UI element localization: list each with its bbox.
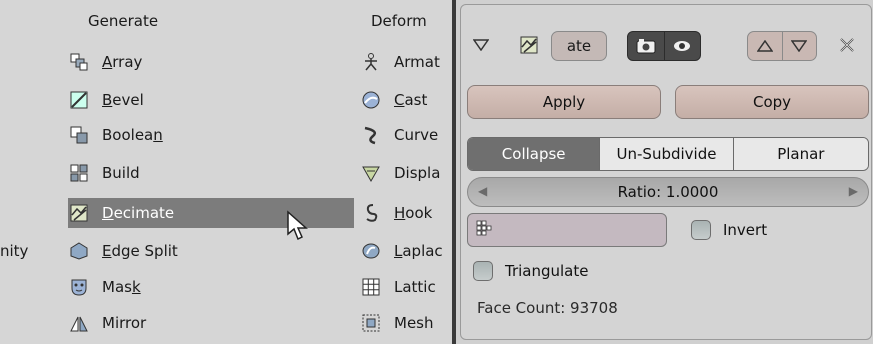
mesh-deform-icon xyxy=(360,312,382,334)
mirror-icon xyxy=(68,312,90,334)
label-underline: C xyxy=(394,91,405,109)
label-pre: Curve xyxy=(394,126,439,144)
label-post: dge Split xyxy=(111,242,178,260)
label-pre: Lattic xyxy=(394,278,436,296)
menu-item-displace[interactable]: Displa xyxy=(360,158,452,188)
cut-off-menu-item-label[interactable]: nity xyxy=(0,242,28,260)
label-underline: D xyxy=(102,204,114,222)
decimate-icon xyxy=(68,202,90,224)
vertex-group-icon xyxy=(476,220,492,240)
menu-item-armature[interactable]: Armat xyxy=(360,47,452,77)
label-post: ecimate xyxy=(113,204,175,222)
copy-button[interactable]: Copy xyxy=(675,85,869,119)
menu-item-build[interactable]: Build xyxy=(68,158,354,188)
deform-column-header: Deform xyxy=(371,12,427,30)
ratio-value: Ratio: 1.0000 xyxy=(617,183,719,201)
menu-item-decimate[interactable]: Decimate xyxy=(68,198,354,228)
menu-item-array[interactable]: Array xyxy=(68,47,354,77)
remove-modifier-close-icon[interactable] xyxy=(835,33,859,57)
menu-item-curve[interactable]: Curve xyxy=(360,120,452,150)
label-underline: H xyxy=(394,204,406,222)
label-pre: Displa xyxy=(394,164,441,182)
menu-item-laplacian[interactable]: Laplac xyxy=(360,236,452,266)
menu-item-cast[interactable]: Cast xyxy=(360,85,452,115)
mask-icon xyxy=(68,276,90,298)
viewport-toggle-eye-icon[interactable] xyxy=(663,32,701,60)
menu-item-mask[interactable]: Mask xyxy=(68,272,354,302)
invert-checkbox-box[interactable] xyxy=(691,220,711,240)
ratio-slider[interactable]: ◀ Ratio: 1.0000 ▶ xyxy=(467,177,869,207)
triangulate-checkbox[interactable]: Triangulate xyxy=(473,261,589,281)
displace-icon xyxy=(360,162,382,184)
triangulate-label: Triangulate xyxy=(505,262,589,280)
decrement-arrow-icon[interactable]: ◀ xyxy=(478,184,487,198)
collapse-triangle-icon[interactable] xyxy=(471,35,491,55)
triangulate-checkbox-box[interactable] xyxy=(473,261,493,281)
mode-tab-planar[interactable]: Planar xyxy=(732,138,868,170)
menu-item-lattice[interactable]: Lattic xyxy=(360,272,452,302)
increment-arrow-icon[interactable]: ▶ xyxy=(849,184,858,198)
label-underline: A xyxy=(102,53,113,71)
label-underline: k xyxy=(131,278,141,296)
add-modifier-menu: Generate Deform nity Array Bevel Boolean… xyxy=(0,0,452,344)
label-pre: Boolea xyxy=(102,126,154,144)
menu-item-edge-split[interactable]: Edge Split xyxy=(68,236,354,266)
array-icon xyxy=(68,51,90,73)
invert-checkbox[interactable]: Invert xyxy=(691,220,767,240)
menu-item-mesh-deform[interactable]: Mesh xyxy=(360,308,452,338)
label-pre: Mesh xyxy=(394,314,434,332)
label-pre: Build xyxy=(102,164,140,182)
build-icon xyxy=(68,162,90,184)
armature-icon xyxy=(360,51,382,73)
move-down-icon[interactable] xyxy=(781,32,817,60)
label-underline: B xyxy=(102,91,113,109)
bevel-icon xyxy=(68,89,90,111)
face-count-text: Face Count: 93708 xyxy=(477,299,618,317)
boolean-icon xyxy=(68,124,90,146)
modifier-name-field[interactable]: ate xyxy=(551,31,607,61)
label-post: ast xyxy=(404,91,428,109)
decimate-mode-selector: Collapse Un-Subdivide Planar xyxy=(467,137,869,171)
menu-item-boolean[interactable]: Boolean xyxy=(68,120,354,150)
label-post: rray xyxy=(112,53,143,71)
label-pre: Armat xyxy=(394,53,440,71)
mouse-cursor-icon xyxy=(286,210,308,246)
label-post: ook xyxy=(405,204,433,222)
decimate-modifier-box: ate Apply Copy Collapse Un-Subdivide Pla… xyxy=(460,4,872,340)
move-up-icon[interactable] xyxy=(748,32,782,60)
mode-tab-collapse[interactable]: Collapse xyxy=(468,138,600,170)
mode-tab-un-subdivide[interactable]: Un-Subdivide xyxy=(599,138,733,170)
move-modifier-buttons xyxy=(747,31,817,61)
label-pre: Mas xyxy=(102,278,132,296)
decimate-modifier-icon xyxy=(517,33,541,57)
laplacian-icon xyxy=(360,240,382,262)
modifier-panel: ate Apply Copy Collapse Un-Subdivide Pla… xyxy=(456,0,873,344)
menu-item-mirror[interactable]: Mirror xyxy=(68,308,354,338)
label-post: aplac xyxy=(402,242,443,260)
hook-icon xyxy=(360,202,382,224)
label-post: evel xyxy=(112,91,144,109)
menu-item-bevel[interactable]: Bevel xyxy=(68,85,354,115)
menu-item-hook[interactable]: Hook xyxy=(360,198,452,228)
visibility-toggles xyxy=(627,31,701,61)
invert-label: Invert xyxy=(723,221,768,239)
generate-column-header: Generate xyxy=(88,12,159,30)
apply-button[interactable]: Apply xyxy=(467,85,661,119)
edge-split-icon xyxy=(68,240,90,262)
label-pre: Mirror xyxy=(102,314,147,332)
lattice-icon xyxy=(360,276,382,298)
modifier-header: ate xyxy=(461,5,871,75)
render-toggle-camera-icon[interactable] xyxy=(628,32,664,60)
label-underline: n xyxy=(153,126,163,144)
cast-icon xyxy=(360,89,382,111)
curve-icon xyxy=(360,124,382,146)
vertex-group-field[interactable] xyxy=(467,213,667,247)
